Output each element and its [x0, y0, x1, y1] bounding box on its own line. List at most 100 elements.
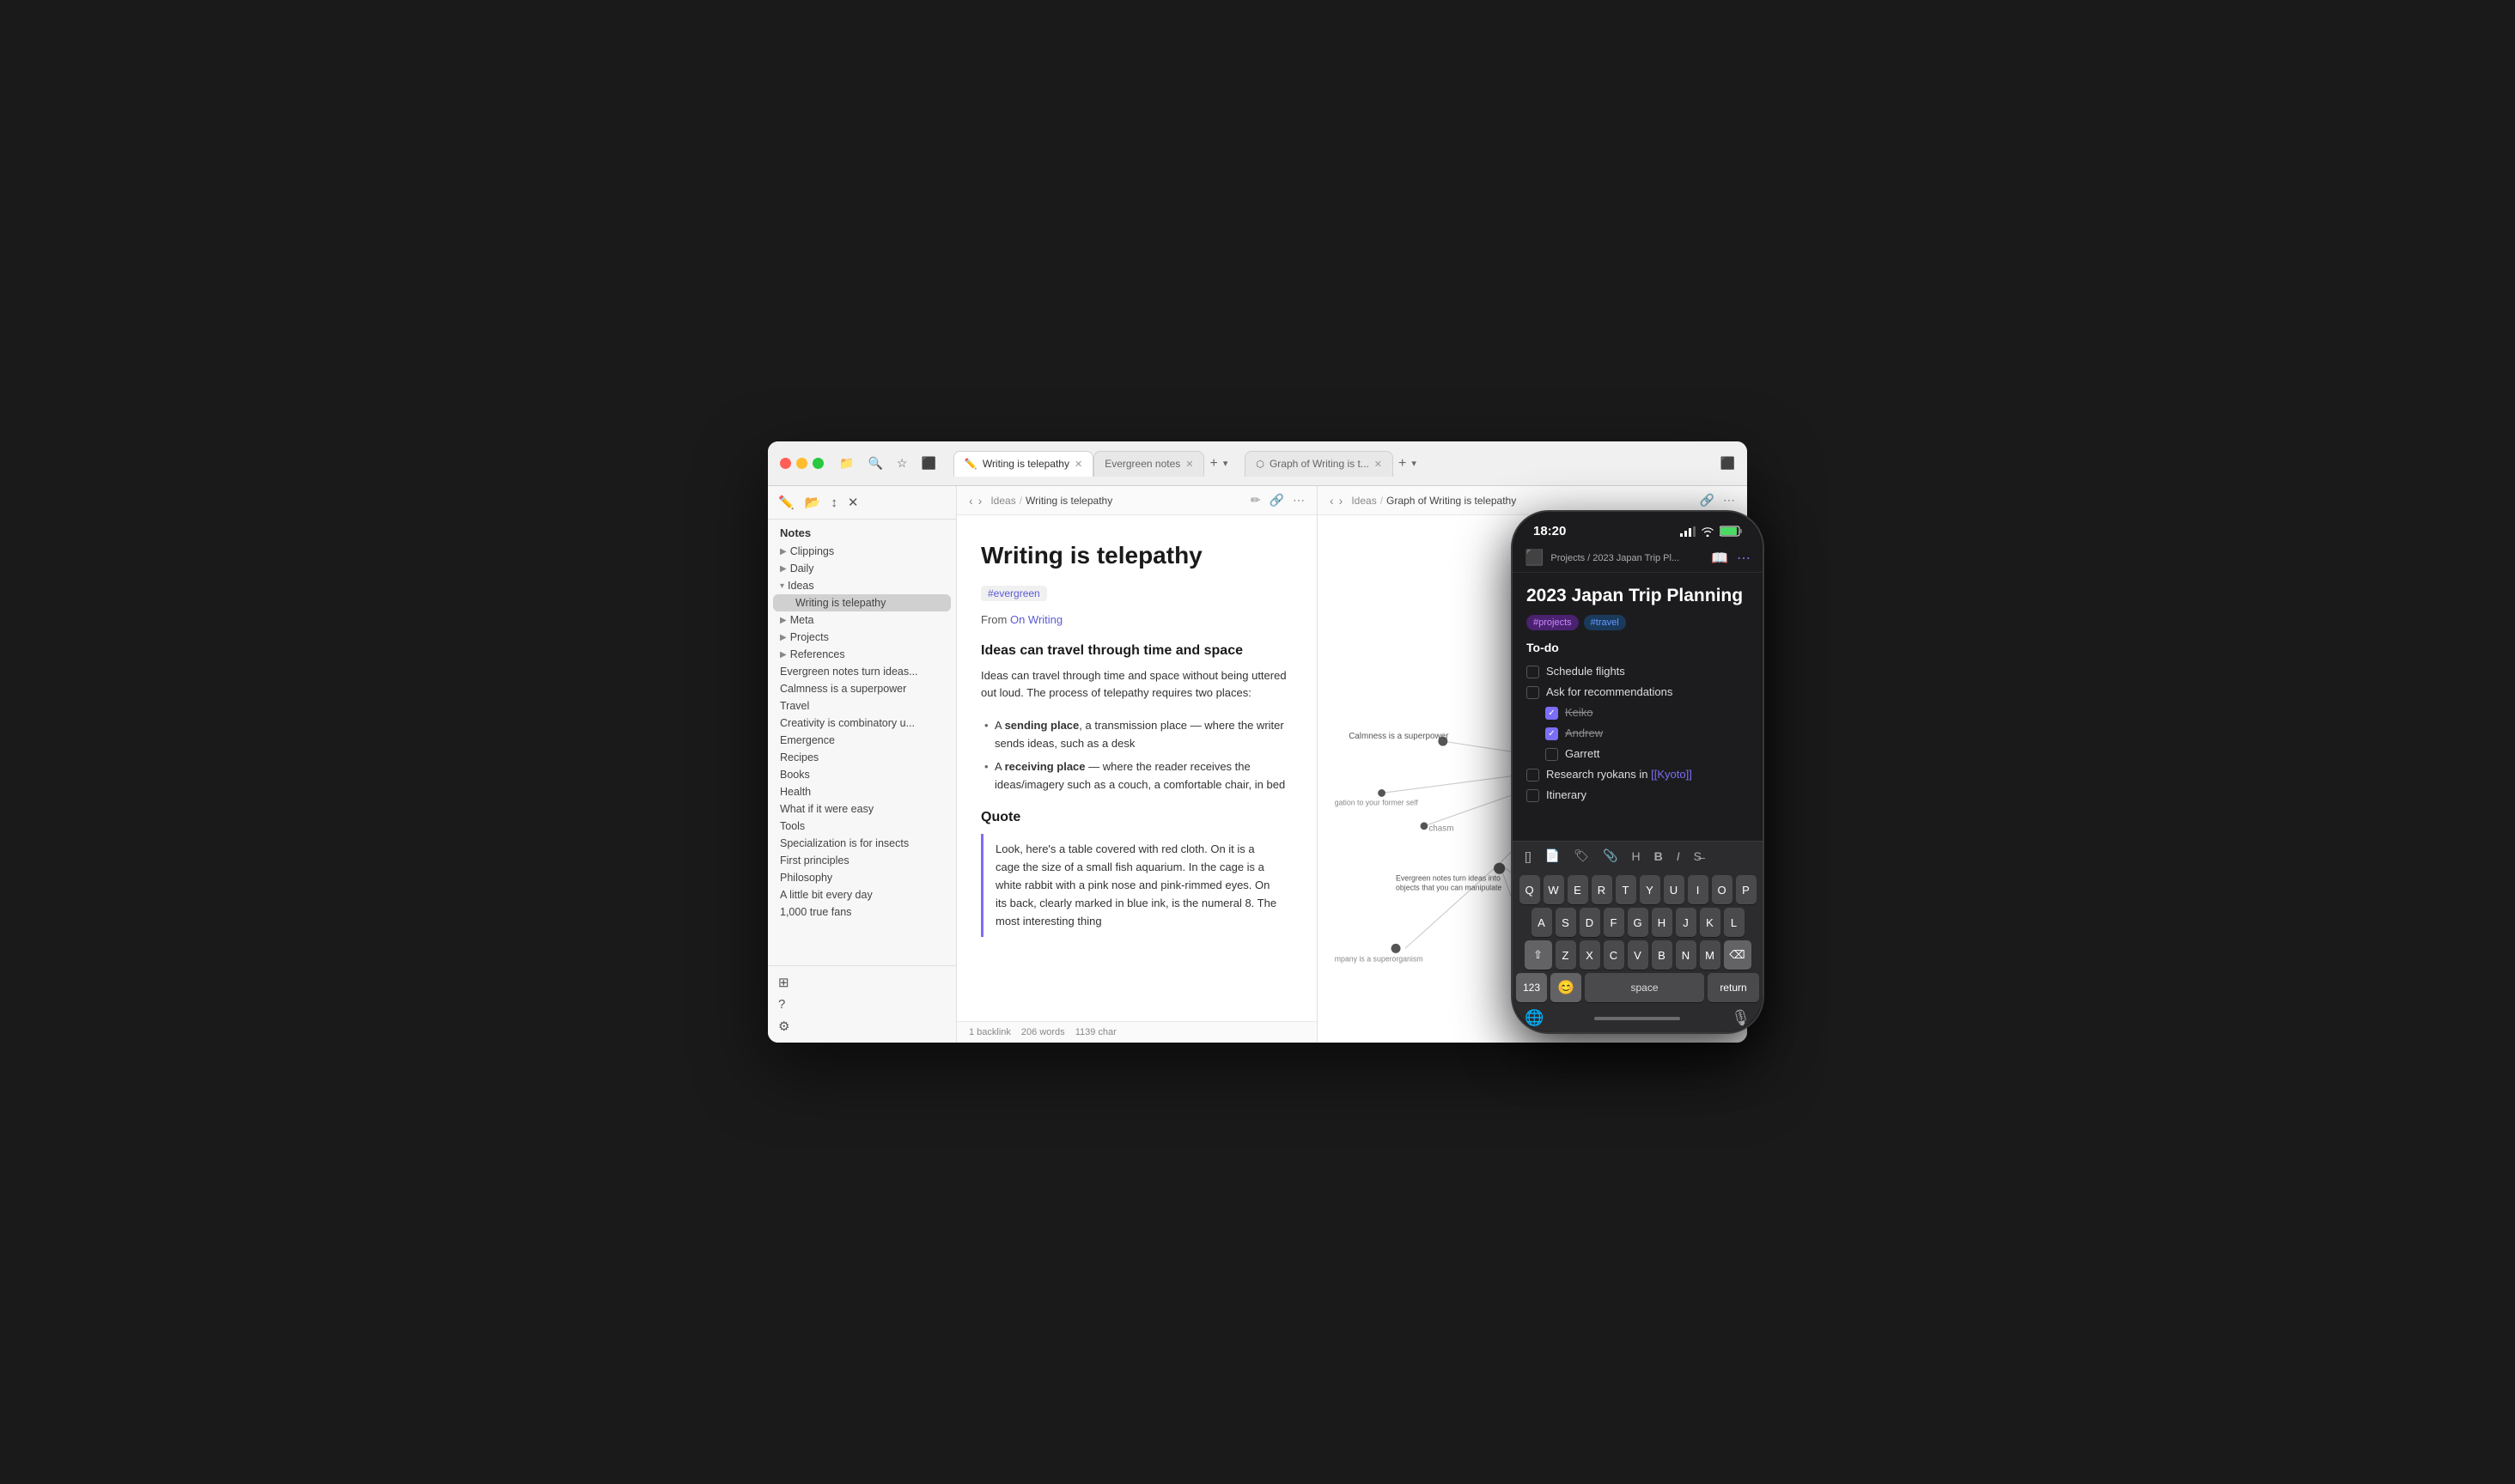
phone-tag-travel[interactable]: #travel [1584, 615, 1626, 630]
split-view-icon[interactable]: ⬛ [1720, 456, 1735, 471]
search-icon[interactable]: 🔍 [868, 456, 882, 471]
settings-icon[interactable]: ⚙ [778, 1019, 946, 1034]
more-icon[interactable]: ⋯ [1723, 493, 1735, 508]
grid-icon[interactable]: ⊞ [778, 975, 946, 990]
node-gation[interactable] [1378, 789, 1385, 797]
key-d[interactable]: D [1580, 908, 1600, 937]
sidebar-item-little-bit[interactable]: A little bit every day [768, 886, 956, 903]
checkbox-schedule-flights[interactable] [1526, 666, 1539, 678]
sidebar-item-meta[interactable]: ▶ Meta [768, 611, 956, 629]
sidebar-item-evergreen[interactable]: Evergreen notes turn ideas... [768, 663, 956, 680]
sidebar-item-ideas[interactable]: ▾ Ideas [768, 577, 956, 594]
phone-toolbar-bracket-icon[interactable]: [] [1525, 849, 1532, 863]
sidebar-item-tools[interactable]: Tools [768, 818, 956, 835]
sidebar-item-philosophy[interactable]: Philosophy [768, 869, 956, 886]
node-chasm[interactable] [1421, 822, 1428, 830]
sidebar-item-projects[interactable]: ▶ Projects [768, 629, 956, 646]
key-w[interactable]: W [1544, 875, 1564, 904]
key-s[interactable]: S [1556, 908, 1576, 937]
phone-toolbar-strikethrough-icon[interactable]: S̶ [1694, 849, 1702, 863]
sidebar-toggle-icon[interactable]: ⬛ [921, 456, 935, 471]
key-123[interactable]: 123 [1516, 973, 1547, 1002]
key-p[interactable]: P [1736, 875, 1757, 904]
sidebar-item-first-principles[interactable]: First principles [768, 852, 956, 869]
sidebar-item-creativity[interactable]: Creativity is combinatory u... [768, 715, 956, 732]
close-button[interactable] [780, 458, 791, 469]
link-icon[interactable]: 🔗 [1270, 493, 1284, 508]
link-icon[interactable]: 🔗 [1700, 493, 1714, 508]
tab-evergreen-notes[interactable]: Evergreen notes ✕ [1093, 451, 1204, 477]
phone-toolbar-bold-icon[interactable]: B [1654, 849, 1663, 863]
checkbox-andrew[interactable]: ✓ [1545, 727, 1558, 740]
key-v[interactable]: V [1628, 940, 1648, 970]
checkbox-ask-recommendations[interactable] [1526, 686, 1539, 699]
from-link[interactable]: On Writing [1010, 613, 1063, 626]
tab-close-icon[interactable]: ✕ [1374, 459, 1382, 470]
sidebar-item-calmness[interactable]: Calmness is a superpower [768, 680, 956, 697]
key-t[interactable]: T [1616, 875, 1636, 904]
sidebar-item-1000-fans[interactable]: 1,000 true fans [768, 903, 956, 921]
key-return[interactable]: return [1708, 973, 1759, 1002]
key-h[interactable]: H [1652, 908, 1672, 937]
phone-toolbar-italic-icon[interactable]: I [1677, 849, 1680, 863]
key-shift[interactable]: ⇧ [1525, 940, 1552, 970]
new-folder-icon[interactable]: 📂 [805, 495, 821, 510]
sidebar-item-emergence[interactable]: Emergence [768, 732, 956, 749]
star-icon[interactable]: ☆ [897, 456, 908, 471]
sidebar-item-travel[interactable]: Travel [768, 697, 956, 715]
sidebar-item-references[interactable]: ▶ References [768, 646, 956, 663]
edit-icon[interactable]: ✏ [1251, 493, 1261, 508]
key-f[interactable]: F [1604, 908, 1624, 937]
back-button[interactable]: ‹ [1330, 494, 1334, 508]
phone-more-icon[interactable]: ⋯ [1737, 550, 1751, 567]
checkbox-keiko[interactable]: ✓ [1545, 707, 1558, 720]
key-y[interactable]: Y [1640, 875, 1660, 904]
key-n[interactable]: N [1676, 940, 1696, 970]
key-m[interactable]: M [1700, 940, 1720, 970]
sidebar-item-easy[interactable]: What if it were easy [768, 800, 956, 818]
phone-tag-projects[interactable]: #projects [1526, 615, 1579, 630]
sidebar-item-specialization[interactable]: Specialization is for insects [768, 835, 956, 852]
tab-dropdown-icon-2[interactable]: ▾ [1411, 458, 1416, 469]
forward-button[interactable]: › [978, 494, 983, 508]
new-tab-button-2[interactable]: + [1393, 456, 1411, 471]
sidebar-item-clippings[interactable]: ▶ Clippings [768, 543, 956, 560]
sidebar-item-daily[interactable]: ▶ Daily [768, 560, 956, 577]
tab-graph[interactable]: ⬡ Graph of Writing is t... ✕ [1245, 451, 1393, 477]
tab-close-icon[interactable]: ✕ [1185, 459, 1193, 470]
key-x[interactable]: X [1580, 940, 1600, 970]
key-emoji[interactable]: 😊 [1550, 973, 1581, 1002]
back-button[interactable]: ‹ [969, 494, 973, 508]
new-tab-button[interactable]: + [1204, 456, 1222, 471]
sidebar-item-recipes[interactable]: Recipes [768, 749, 956, 766]
tab-close-icon[interactable]: ✕ [1075, 459, 1082, 470]
note-tag[interactable]: #evergreen [981, 586, 1047, 601]
close-sidebar-icon[interactable]: ✕ [848, 495, 859, 510]
key-z[interactable]: Z [1556, 940, 1576, 970]
key-q[interactable]: Q [1519, 875, 1540, 904]
key-g[interactable]: G [1628, 908, 1648, 937]
phone-toolbar-heading-icon[interactable]: H [1631, 849, 1640, 863]
sidebar-item-books[interactable]: Books [768, 766, 956, 783]
minimize-button[interactable] [796, 458, 807, 469]
node-company[interactable] [1391, 944, 1401, 953]
key-k[interactable]: K [1700, 908, 1720, 937]
tab-writing-telepathy[interactable]: ✏️ Writing is telepathy ✕ [953, 451, 1093, 477]
sidebar-item-health[interactable]: Health [768, 783, 956, 800]
checkbox-itinerary[interactable] [1526, 789, 1539, 802]
phone-toolbar-attach-icon[interactable]: 📎 [1603, 848, 1617, 863]
checkbox-ryokans[interactable] [1526, 769, 1539, 782]
key-backspace[interactable]: ⌫ [1724, 940, 1751, 970]
maximize-button[interactable] [813, 458, 824, 469]
phone-toolbar-tag-icon[interactable]: 🏷 [1574, 848, 1589, 863]
key-l[interactable]: L [1724, 908, 1745, 937]
more-icon[interactable]: ⋯ [1293, 493, 1305, 508]
key-b[interactable]: B [1652, 940, 1672, 970]
phone-toolbar-file-icon[interactable]: 📄 [1545, 848, 1560, 863]
folder-icon[interactable]: 📁 [839, 456, 854, 471]
forward-button[interactable]: › [1339, 494, 1343, 508]
key-o[interactable]: O [1712, 875, 1732, 904]
key-c[interactable]: C [1604, 940, 1624, 970]
key-i[interactable]: I [1688, 875, 1708, 904]
help-icon[interactable]: ? [778, 997, 946, 1012]
